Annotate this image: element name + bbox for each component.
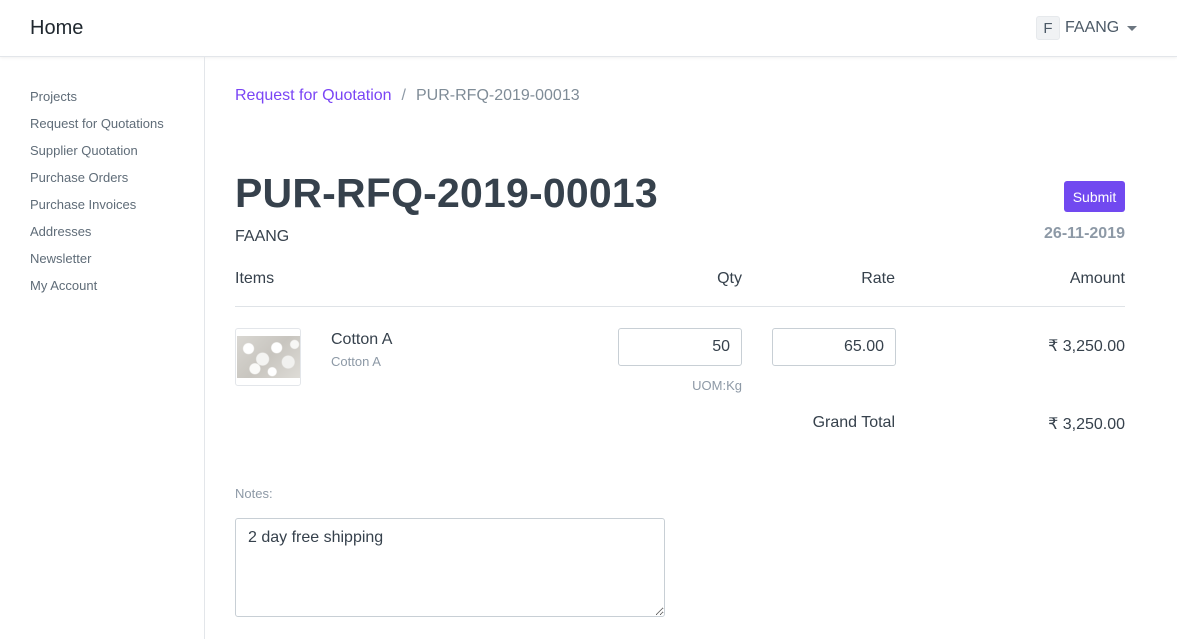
chevron-down-icon [1127, 25, 1138, 31]
sidebar-item-my-account[interactable]: My Account [0, 279, 204, 306]
item-image [237, 336, 300, 378]
column-header-amount: Amount [1069, 270, 1125, 287]
avatar: F [1036, 16, 1060, 40]
breadcrumb-rfq-link[interactable]: Request for Quotation [235, 87, 392, 105]
supplier-name: FAANG [235, 228, 290, 245]
column-header-qty: Qty [717, 270, 742, 287]
column-header-rate: Rate [861, 270, 895, 287]
home-link[interactable]: Home [30, 17, 83, 40]
breadcrumb-separator: / [401, 87, 406, 104]
sidebar-item-purchase-invoices[interactable]: Purchase Invoices [0, 198, 204, 225]
qty-input[interactable] [618, 328, 742, 366]
grand-total-label: Grand Total [812, 414, 895, 431]
sidebar-item-addresses[interactable]: Addresses [0, 225, 204, 252]
sidebar-item-request-for-quotations[interactable]: Request for Quotations [0, 117, 204, 144]
document-date: 26-11-2019 [1044, 225, 1125, 242]
sidebar-item-supplier-quotation[interactable]: Supplier Quotation [0, 144, 204, 171]
rate-input[interactable] [772, 328, 896, 366]
submit-button[interactable]: Submit [1064, 181, 1125, 212]
notes-label: Notes: [235, 486, 273, 501]
sidebar-item-newsletter[interactable]: Newsletter [0, 252, 204, 279]
breadcrumb: Request for Quotation / PUR-RFQ-2019-000… [235, 87, 580, 105]
top-navbar: Home F FAANG [0, 0, 1177, 57]
user-name: FAANG [1065, 19, 1120, 36]
sidebar-item-projects[interactable]: Projects [0, 90, 204, 117]
item-thumbnail [235, 328, 301, 386]
table-header-divider [235, 306, 1125, 307]
sidebar: Projects Request for Quotations Supplier… [0, 57, 205, 639]
uom-label: UOM:Kg [692, 378, 742, 393]
breadcrumb-current: PUR-RFQ-2019-00013 [416, 87, 580, 104]
line-amount: ₹ 3,250.00 [1048, 338, 1125, 355]
grand-total-value: ₹ 3,250.00 [1048, 416, 1125, 433]
page-title: PUR-RFQ-2019-00013 [235, 170, 658, 216]
user-dropdown[interactable]: F FAANG [1036, 16, 1138, 40]
notes-textarea[interactable]: 2 day free shipping [235, 518, 665, 617]
item-name: Cotton A [331, 331, 393, 348]
sidebar-nav: Projects Request for Quotations Supplier… [0, 57, 204, 306]
column-header-items: Items [235, 270, 275, 287]
sidebar-item-purchase-orders[interactable]: Purchase Orders [0, 171, 204, 198]
item-code: Cotton A [331, 354, 381, 369]
